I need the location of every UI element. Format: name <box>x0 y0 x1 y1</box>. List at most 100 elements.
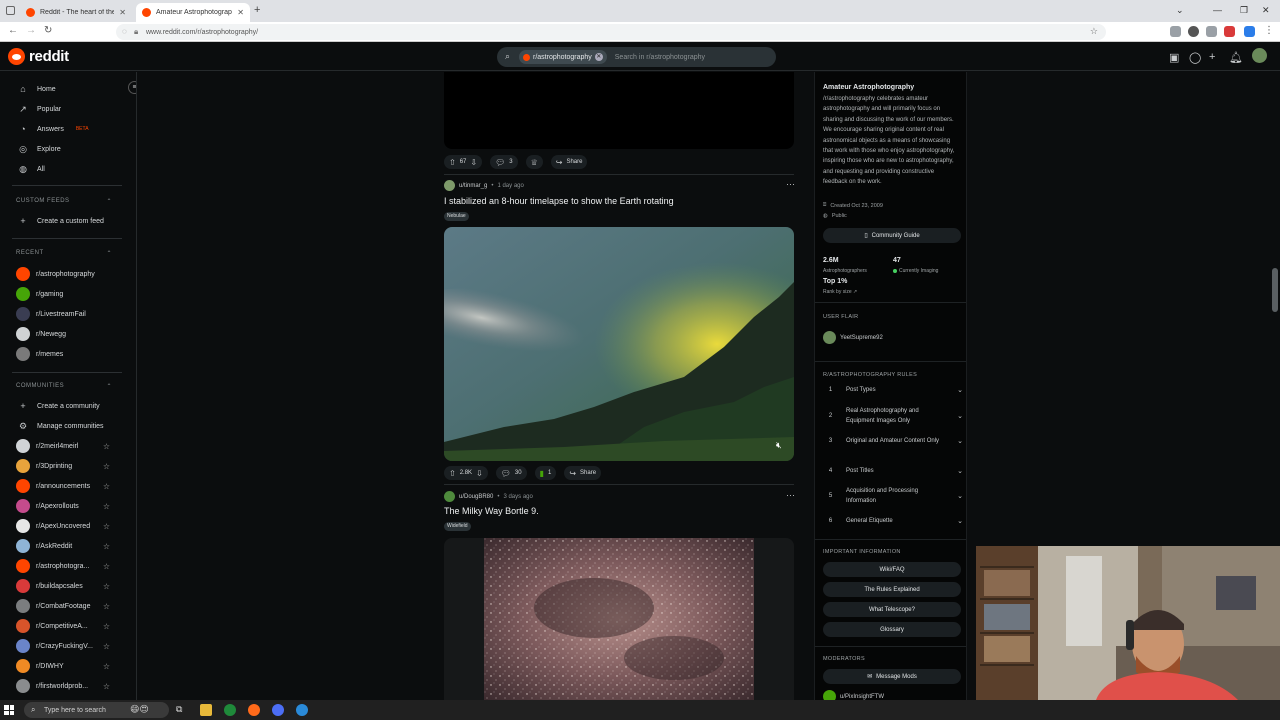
vote-control[interactable]: ⇧ 2.8K ⇩ <box>444 466 488 480</box>
moderator-item[interactable]: u/PixInsightFTW <box>823 690 884 700</box>
favorite-star-icon[interactable]: ☆ <box>103 462 110 471</box>
important-link-button[interactable]: Wiki/FAQ <box>823 562 961 577</box>
favorite-star-icon[interactable]: ☆ <box>103 442 110 451</box>
favorite-star-icon[interactable]: ☆ <box>103 502 110 511</box>
post-flair[interactable]: Widefield <box>444 522 471 531</box>
rule-item[interactable]: 4 Post Titles ⌄ <box>823 466 963 476</box>
community-item[interactable]: r/firstworldprob... ☆ <box>16 678 110 694</box>
favorite-star-icon[interactable]: ☆ <box>103 562 110 571</box>
rule-item[interactable]: 3 Original and Amateur Content Only ⌄ <box>823 436 963 446</box>
rule-item[interactable]: 6 General Etiquette ⌄ <box>823 516 963 526</box>
downvote-icon[interactable]: ⇩ <box>470 158 477 167</box>
nav-popular[interactable]: ↗ Popular <box>18 102 130 116</box>
nav-home[interactable]: ⌂ Home <box>18 82 130 96</box>
favorite-star-icon[interactable]: ☆ <box>103 622 110 631</box>
bookmark-star-icon[interactable]: ☆ <box>1090 26 1098 37</box>
community-item[interactable]: r/ApexUncovered ☆ <box>16 518 110 534</box>
profile-extension-icon[interactable] <box>1224 26 1235 37</box>
communities-header[interactable]: COMMUNITIES ⌃ <box>16 383 112 390</box>
post-options-icon[interactable]: ··· <box>786 490 795 500</box>
search-input[interactable]: ⌕ r/astrophotography ✕ Search in r/astro… <box>497 47 776 67</box>
notifications-icon[interactable]: 🔔︎ <box>1229 51 1243 64</box>
nav-explore[interactable]: ◎ Explore <box>18 142 130 156</box>
site-lock-icon[interactable]: 🔒︎ <box>134 27 138 37</box>
award-button[interactable]: ♕ <box>525 155 543 169</box>
minimize-icon[interactable]: — <box>1213 5 1222 15</box>
file-explorer-icon[interactable] <box>200 704 212 716</box>
manage-communities[interactable]: ⚙ Manage communities <box>18 419 130 433</box>
rank-label[interactable]: Rank by size ↗ <box>823 289 857 295</box>
comments-button[interactable]: 💬︎ 3 <box>490 155 518 169</box>
favorite-star-icon[interactable]: ☆ <box>103 582 110 591</box>
community-item[interactable]: r/CombatFootage ☆ <box>16 598 110 614</box>
timelapse-video[interactable]: 🔇︎ <box>444 227 794 461</box>
community-guide-button[interactable]: ▯ Community Guide <box>823 228 961 243</box>
advertise-icon[interactable]: ▣ <box>1169 51 1179 64</box>
browser-tab-astrophotography[interactable]: Amateur Astrophotography ✕ <box>136 3 250 22</box>
create-community[interactable]: + Create a community <box>18 399 130 413</box>
clear-chip-icon[interactable]: ✕ <box>594 53 603 61</box>
downvote-icon[interactable]: ⇩ <box>476 469 483 478</box>
important-link-button[interactable]: The Rules Explained <box>823 582 961 597</box>
tab-search-icon[interactable]: ⌄ <box>1176 5 1184 16</box>
comments-button[interactable]: 💬︎ 30 <box>495 466 527 480</box>
community-item[interactable]: r/announcements ☆ <box>16 478 110 494</box>
post-options-icon[interactable]: ··· <box>786 179 795 189</box>
user-avatar[interactable] <box>1252 48 1267 63</box>
download-icon[interactable] <box>1170 26 1181 37</box>
create-post-icon[interactable]: + <box>1209 51 1215 63</box>
extensions-puzzle-icon[interactable] <box>1206 26 1217 37</box>
translate-extension-icon[interactable] <box>1244 26 1255 37</box>
author-avatar[interactable] <box>444 491 455 502</box>
post-author[interactable]: u/DougBR80 <box>459 494 493 500</box>
forward-icon[interactable]: → <box>26 25 36 36</box>
upvote-icon[interactable]: ⇧ <box>449 158 456 167</box>
share-button[interactable]: ↪ Share <box>564 466 602 480</box>
recent-community-item[interactable]: r/LivestreamFail <box>16 306 110 322</box>
rule-item[interactable]: 5 Acquisition and Processing Information ⌄ <box>823 486 963 506</box>
recent-community-item[interactable]: r/Newegg <box>16 326 110 342</box>
favorite-star-icon[interactable]: ☆ <box>103 482 110 491</box>
community-item[interactable]: r/DIWHY ☆ <box>16 658 110 674</box>
post-title[interactable]: I stabilized an 8-hour timelapse to show… <box>444 196 674 206</box>
page-scrollbar-thumb[interactable] <box>1272 268 1278 312</box>
nav-answers[interactable]: ◔ Answers BETA <box>18 122 130 136</box>
chrome-icon[interactable] <box>272 704 284 716</box>
create-custom-feed[interactable]: + Create a custom feed <box>18 214 130 228</box>
close-window-icon[interactable]: ✕ <box>1262 5 1270 16</box>
custom-feeds-header[interactable]: CUSTOM FEEDS ⌃ <box>16 198 112 205</box>
nav-all[interactable]: ◍ All <box>18 162 130 176</box>
xbox-icon[interactable] <box>224 704 236 716</box>
community-item[interactable]: r/CrazyFuckingV... ☆ <box>16 638 110 654</box>
important-link-button[interactable]: Glossary <box>823 622 961 637</box>
browser-menu-icon[interactable]: ⋮ <box>1264 25 1274 36</box>
user-flair[interactable]: YeetSupreme92 <box>823 331 883 344</box>
important-link-button[interactable]: What Telescope? <box>823 602 961 617</box>
new-tab-button[interactable]: + <box>254 4 260 16</box>
close-tab-icon[interactable]: ✕ <box>119 8 126 17</box>
recent-community-item[interactable]: r/gaming <box>16 286 110 302</box>
windows-start-icon[interactable] <box>4 705 14 715</box>
recent-community-item[interactable]: r/memes <box>16 346 110 362</box>
post-title[interactable]: The Milky Way Bortle 9. <box>444 506 539 516</box>
security-shield-icon[interactable]: ◌ <box>122 27 127 36</box>
steam-icon[interactable] <box>296 704 308 716</box>
favorite-star-icon[interactable]: ☆ <box>103 682 110 691</box>
rule-item[interactable]: 2 Real Astrophotography and Equipment Ima… <box>823 406 963 426</box>
favorite-star-icon[interactable]: ☆ <box>103 662 110 671</box>
tab-actions-icon[interactable] <box>6 6 15 15</box>
close-tab-icon[interactable]: ✕ <box>237 8 244 17</box>
upvote-icon[interactable]: ⇧ <box>449 469 456 478</box>
firefox-icon[interactable] <box>248 704 260 716</box>
extension-icon[interactable] <box>1188 26 1199 37</box>
community-item[interactable]: r/3Dprinting ☆ <box>16 458 110 474</box>
search-subreddit-chip[interactable]: r/astrophotography ✕ <box>519 50 607 64</box>
previous-post-media[interactable] <box>444 72 794 149</box>
community-item[interactable]: r/2meirl4meirl ☆ <box>16 438 110 454</box>
favorite-star-icon[interactable]: ☆ <box>103 522 110 531</box>
browser-tab-reddit-home[interactable]: Reddit - The heart of the intern ✕ <box>20 3 132 22</box>
author-avatar[interactable] <box>444 180 455 191</box>
back-icon[interactable]: ← <box>8 25 18 36</box>
community-item[interactable]: r/buildapcsales ☆ <box>16 578 110 594</box>
reddit-logo[interactable]: reddit <box>8 48 69 65</box>
